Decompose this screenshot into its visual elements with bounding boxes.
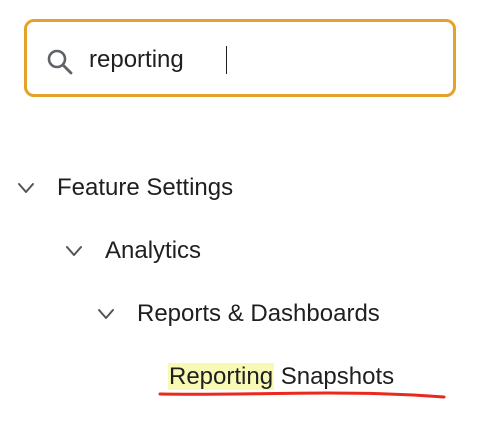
tree-item-label: Feature Settings (57, 174, 234, 201)
chevron-down-icon[interactable] (64, 241, 84, 261)
chevron-down-icon[interactable] (96, 304, 116, 324)
tree-item-label: Reports & Dashboards (137, 300, 380, 327)
settings-search-panel: Feature Settings Analytics Reports & Das… (0, 0, 484, 436)
tree-item-feature-settings[interactable]: Feature Settings (16, 170, 233, 206)
search-input[interactable] (89, 38, 429, 82)
search-icon (47, 49, 73, 75)
tree-item-label: Analytics (105, 237, 202, 264)
search-box[interactable] (24, 19, 456, 97)
text-cursor (226, 46, 227, 74)
tree-item-reports-dashboards[interactable]: Reports & Dashboards (96, 296, 380, 332)
chevron-down-icon[interactable] (16, 178, 36, 198)
red-underline-annotation (158, 391, 446, 399)
tree-item-analytics[interactable]: Analytics (64, 233, 201, 269)
